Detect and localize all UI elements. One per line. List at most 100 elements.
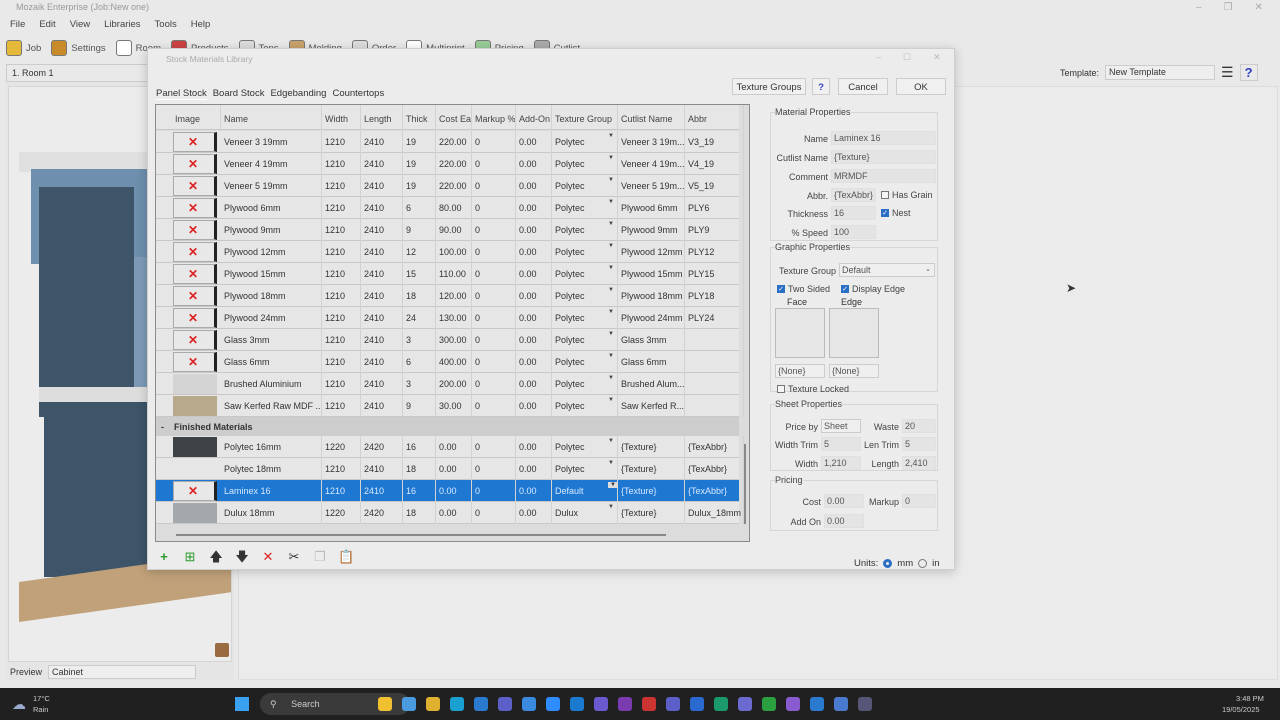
cell-cutlist[interactable]: Plywood 12mm bbox=[618, 241, 685, 263]
cell-abbr[interactable]: PLY18 bbox=[685, 285, 744, 307]
group-row[interactable]: - Finished Materials bbox=[156, 417, 739, 436]
taskbar-app-icon[interactable] bbox=[738, 697, 752, 711]
taskbar-app-icon[interactable] bbox=[450, 697, 464, 711]
dropdown-arrow-icon[interactable]: ▼ bbox=[608, 331, 614, 337]
taskbar-app-icon[interactable] bbox=[786, 697, 800, 711]
paste-icon[interactable]: 📋 bbox=[338, 549, 354, 565]
cell-markup[interactable]: 0 bbox=[472, 307, 516, 329]
cell-cutlist[interactable]: Veneer 5 19m... bbox=[618, 175, 685, 197]
dropdown-arrow-icon[interactable]: ▼ bbox=[608, 353, 614, 359]
cell-name[interactable]: Dulux 18mm bbox=[221, 502, 322, 524]
cell-cost[interactable]: 0.00 bbox=[436, 502, 472, 524]
cell-addon[interactable]: 0.00 bbox=[516, 351, 552, 373]
cell-cutlist[interactable]: Saw Kerfed R... bbox=[618, 395, 685, 417]
cell-markup[interactable]: 0 bbox=[472, 329, 516, 351]
cell-cutlist[interactable]: Glass 3mm bbox=[618, 329, 685, 351]
tab-edgebanding[interactable]: Edgebanding bbox=[270, 88, 326, 100]
cell-name[interactable]: Polytec 18mm bbox=[221, 458, 322, 480]
units-in-radio[interactable] bbox=[918, 559, 928, 568]
cell-length[interactable]: 2410 bbox=[361, 285, 403, 307]
cell-cutlist[interactable]: Plywood 24mm bbox=[618, 307, 685, 329]
cell-width[interactable]: 1210 bbox=[322, 263, 361, 285]
cell-length[interactable]: 2410 bbox=[361, 458, 403, 480]
cell-thick[interactable]: 19 bbox=[403, 175, 436, 197]
weather-text[interactable]: Rain bbox=[33, 705, 48, 714]
group-toggle[interactable]: - bbox=[161, 422, 164, 432]
taskbar-app-icon[interactable] bbox=[570, 697, 584, 711]
column-header-thick[interactable]: Thick bbox=[403, 105, 436, 130]
table-row[interactable]: Veneer 3 19mm1210241019220.0000.00Polyte… bbox=[156, 131, 744, 153]
cell-thick[interactable]: 19 bbox=[403, 131, 436, 153]
column-header-abbr[interactable]: Abbr bbox=[685, 105, 744, 130]
table-row[interactable]: Brushed Aluminium 1210 2410 3 200.00 0 0.00 Pol… bbox=[156, 373, 744, 395]
cell-width[interactable]: 1210 bbox=[322, 175, 361, 197]
close-icon[interactable]: ✕ bbox=[1255, 2, 1263, 13]
cube-icon[interactable] bbox=[215, 643, 229, 657]
cell-cost[interactable]: 90.00 bbox=[436, 219, 472, 241]
column-header-group[interactable]: Texture Group bbox=[552, 105, 618, 130]
cell-markup[interactable]: 0 bbox=[472, 285, 516, 307]
table-row[interactable]: Veneer 4 19mm1210241019220.0000.00Polyte… bbox=[156, 153, 744, 175]
cutlist-name-field[interactable]: {Texture} bbox=[831, 150, 936, 164]
cell-markup[interactable]: 0 bbox=[472, 480, 516, 502]
cell-abbr[interactable]: {TexAbbr} bbox=[685, 480, 744, 502]
name-field[interactable]: Laminex 16 bbox=[831, 131, 936, 145]
menu-edit[interactable]: Edit bbox=[39, 19, 55, 31]
taskbar-app-icon[interactable] bbox=[378, 697, 392, 711]
menu-icon[interactable]: ☰ bbox=[1221, 64, 1234, 81]
dropdown-arrow-icon[interactable]: ▼ bbox=[608, 375, 614, 381]
cell-cost[interactable]: 0.00 bbox=[436, 480, 472, 502]
minimize-icon[interactable]: – bbox=[876, 52, 881, 63]
add-icon[interactable]: + bbox=[156, 549, 172, 565]
dropdown-arrow-icon[interactable]: ▼ bbox=[608, 265, 614, 271]
dropdown-arrow-icon[interactable]: ▼ bbox=[608, 155, 614, 161]
table-row[interactable]: Veneer 5 19mm1210241019220.0000.00Polyte… bbox=[156, 175, 744, 197]
cell-addon[interactable]: 0.00 bbox=[516, 197, 552, 219]
cell-addon[interactable]: 0.00 bbox=[516, 307, 552, 329]
cell-abbr[interactable]: V3_19 bbox=[685, 131, 744, 153]
cell-name[interactable]: Plywood 18mm bbox=[221, 285, 322, 307]
edge-texture-preview[interactable] bbox=[829, 308, 879, 358]
price-by-select[interactable]: Sheet bbox=[821, 419, 861, 433]
dropdown-arrow-icon[interactable]: ▼ bbox=[608, 397, 614, 403]
dropdown-arrow-icon[interactable]: ▼ bbox=[608, 460, 614, 466]
cell-width[interactable]: 1210 bbox=[322, 153, 361, 175]
width-field[interactable]: 1,210 bbox=[821, 456, 861, 470]
taskbar-app-icon[interactable] bbox=[714, 697, 728, 711]
taskbar-app-icon[interactable] bbox=[642, 697, 656, 711]
menu-tools[interactable]: Tools bbox=[155, 19, 177, 31]
cell-addon[interactable]: 0.00 bbox=[516, 436, 552, 458]
cell-thick[interactable]: 24 bbox=[403, 307, 436, 329]
missing-image-icon[interactable] bbox=[173, 264, 217, 284]
table-row[interactable]: Polytec 18mm 1210 2410 18 0.00 0 0.00 Polytec ▼{… bbox=[156, 458, 744, 480]
markup-field[interactable]: 0 bbox=[902, 494, 936, 508]
taskbar-app-icon[interactable] bbox=[498, 697, 512, 711]
cell-thick[interactable]: 6 bbox=[403, 197, 436, 219]
cell-addon[interactable]: 0.00 bbox=[516, 219, 552, 241]
template-select[interactable]: New Template bbox=[1105, 65, 1216, 80]
cell-cutlist[interactable]: Glass 6mm bbox=[618, 351, 685, 373]
cell-cutlist[interactable]: Plywood 6mm bbox=[618, 197, 685, 219]
cell-name[interactable]: Plywood 9mm bbox=[221, 219, 322, 241]
column-header-image[interactable]: Image bbox=[172, 105, 221, 130]
cell-cost[interactable]: 120.00 bbox=[436, 285, 472, 307]
cell-cost[interactable]: 220.00 bbox=[436, 131, 472, 153]
taskbar-app-icon[interactable] bbox=[546, 697, 560, 711]
cell-length[interactable]: 2410 bbox=[361, 329, 403, 351]
cell-width[interactable]: 1210 bbox=[322, 395, 361, 417]
cut-icon[interactable]: ✂ bbox=[286, 549, 302, 565]
cell-abbr[interactable]: PLY24 bbox=[685, 307, 744, 329]
cell-length[interactable]: 2410 bbox=[361, 395, 403, 417]
two-sided-checkbox[interactable]: Two Sided bbox=[777, 284, 830, 294]
cell-name[interactable]: Glass 3mm bbox=[221, 329, 322, 351]
help-icon[interactable]: ? bbox=[1239, 64, 1258, 81]
close-icon[interactable]: ✕ bbox=[933, 52, 941, 63]
cell-width[interactable]: 1210 bbox=[322, 285, 361, 307]
ok-button[interactable]: OK bbox=[896, 78, 946, 95]
cell-cost[interactable]: 80.00 bbox=[436, 197, 472, 219]
cell-thick[interactable]: 15 bbox=[403, 263, 436, 285]
cell-cutlist[interactable]: Plywood 18mm bbox=[618, 285, 685, 307]
cell-width[interactable]: 1210 bbox=[322, 197, 361, 219]
cell-length[interactable]: 2410 bbox=[361, 241, 403, 263]
cell-length[interactable]: 2410 bbox=[361, 307, 403, 329]
